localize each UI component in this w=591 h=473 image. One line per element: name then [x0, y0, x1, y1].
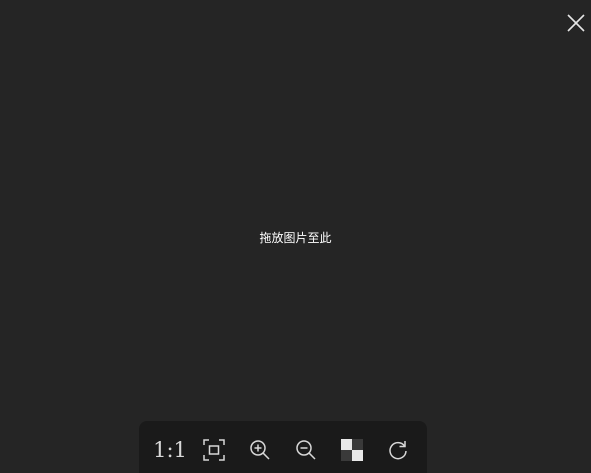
actual-size-button[interactable]: 1:1 [153, 435, 187, 465]
toolbar: 1:1 [139, 421, 427, 473]
checkerboard-background-icon [341, 439, 363, 461]
zoom-out-icon [294, 438, 318, 462]
zoom-in-icon [248, 438, 272, 462]
zoom-in-button[interactable] [245, 435, 275, 465]
zoom-out-button[interactable] [291, 435, 321, 465]
rotate-clockwise-icon [386, 438, 410, 462]
image-viewer[interactable]: 拖放图片至此 1:1 [0, 0, 591, 473]
fit-to-window-button[interactable] [199, 435, 229, 465]
rotate-button[interactable] [383, 435, 413, 465]
background-toggle-button[interactable] [337, 435, 367, 465]
close-button[interactable] [565, 12, 587, 34]
fit-to-window-icon [202, 438, 226, 462]
close-icon [565, 12, 587, 34]
drop-hint-text: 拖放图片至此 [259, 231, 332, 245]
